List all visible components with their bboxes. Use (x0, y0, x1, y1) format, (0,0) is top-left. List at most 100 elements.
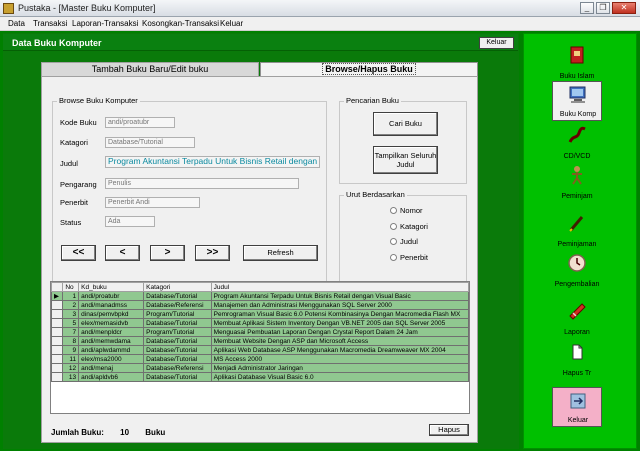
table-row[interactable]: 7 andi/menpldcr Program/Tutorial Menguasai … (51, 327, 469, 337)
table-row[interactable]: 9 andi/aplwdammd Database/Tutorial Aplikasi… (51, 345, 469, 355)
penerbit-field[interactable]: Penerbit Andi (105, 197, 200, 208)
exit-icon (570, 393, 586, 409)
table-row[interactable]: 2 andi/manadmss Database/Referensi Manajeme… (51, 300, 469, 310)
tab-browse-hapus[interactable]: Browse/Hapus Buku (260, 62, 478, 76)
kode-buku-label: Kode Buku (60, 118, 97, 127)
book-table[interactable]: No Kd_buku Katagori Judul ▶ 1 andi/proatub… (50, 281, 470, 414)
row-indicator (51, 354, 64, 364)
report-icon (569, 303, 586, 320)
sidebar-label: Buku Islam (559, 73, 595, 80)
table-row[interactable]: 11 elex/msa2000 Database/Tutorial MS Access… (51, 354, 469, 364)
judul-field[interactable]: Program Akuntansi Terpadu Untuk Bisnis R… (105, 156, 320, 168)
menu-data[interactable]: Data (8, 19, 25, 28)
sidebar-item-cd-vcd[interactable]: CD/VCD (552, 122, 602, 162)
radio-katagori[interactable]: Katagori (390, 222, 428, 231)
table-row[interactable]: 12 andi/menaj Database/Referensi Menjadi Ad… (51, 363, 469, 373)
penerbit-label: Penerbit (60, 198, 88, 207)
sidebar-item-keluar[interactable]: Keluar (552, 387, 602, 427)
status-field[interactable]: Ada (105, 216, 155, 227)
header-kd-buku[interactable]: Kd_buku (78, 282, 145, 292)
jumlah-unit: Buku (145, 428, 166, 437)
radio-judul[interactable]: Judul (390, 237, 418, 246)
cell-no: 2 (62, 300, 80, 310)
sidebar-item-laporan[interactable]: Laporan (552, 298, 602, 338)
menu-bar: Data Transaksi Laporan-Transaksi Kosongk… (0, 17, 640, 31)
radio-katagori-label: Katagori (400, 222, 428, 231)
sidebar-item-peminjaman[interactable]: Peminjaman (552, 210, 602, 250)
cell-no: 3 (62, 309, 80, 319)
app-icon (3, 3, 14, 14)
cari-buku-button[interactable]: Cari Buku (373, 112, 438, 136)
prev-record-button[interactable]: < (105, 245, 140, 261)
radio-penerbit[interactable]: Penerbit (390, 253, 428, 262)
table-row[interactable]: 13 andi/apldvb6 Database/Tutorial Aplikasi … (51, 372, 469, 382)
cell-no: 8 (62, 336, 80, 346)
katagori-field[interactable]: Database/Tutorial (105, 137, 195, 148)
sidebar-label: Pengembalian (554, 281, 600, 288)
header-no[interactable]: No (62, 282, 80, 292)
keluar-top-button[interactable]: Keluar (479, 37, 514, 49)
cell-kd-buku: elex/memasidvb (78, 318, 145, 328)
table-row[interactable]: 8 andi/memwdama Database/Tutorial Membuat W… (51, 336, 469, 346)
cell-judul: Pemrograman Visual Basic 6.0 Potensi Kom… (210, 309, 469, 319)
pengarang-label: Pengarang (60, 180, 97, 189)
table-header-row: No Kd_buku Katagori Judul (51, 282, 469, 292)
menu-kosongkan-transaksi[interactable]: Kosongkan-Transaksi (142, 19, 219, 28)
cell-katagori: Database/Tutorial (143, 318, 212, 328)
radio-nomor[interactable]: Nomor (390, 206, 423, 215)
cell-kd-buku: elex/msa2000 (78, 354, 145, 364)
judul-label: Judul (60, 159, 78, 168)
cell-judul: MS Access 2000 (210, 354, 469, 364)
cell-kd-buku: andi/menaj (78, 363, 145, 373)
sidebar-item-hapus-tr[interactable]: Hapus Tr (552, 339, 602, 379)
tab-tambah-buku[interactable]: Tambah Buku Baru/Edit buku (41, 62, 259, 76)
sidebar-label: CD/VCD (563, 153, 591, 160)
cell-no: 1 (62, 291, 80, 301)
urut-group-title: Urut Berdasarkan (344, 190, 407, 199)
radio-penerbit-label: Penerbit (400, 253, 428, 262)
radio-nomor-label: Nomor (400, 206, 423, 215)
minimize-button[interactable]: _ (580, 2, 594, 14)
table-row[interactable]: 5 elex/memasidvb Database/Tutorial Membuat … (51, 318, 469, 328)
close-button[interactable]: ✕ (612, 2, 636, 14)
radio-judul-circle (390, 238, 397, 245)
header-judul[interactable]: Judul (210, 282, 469, 292)
cell-katagori: Database/Referensi (143, 300, 212, 310)
cell-katagori: Database/Tutorial (143, 372, 212, 382)
cell-judul: Membuat Website Dengan ASP dan Microsoft… (210, 336, 469, 346)
first-record-button[interactable]: << (61, 245, 96, 261)
next-record-button[interactable]: > (150, 245, 185, 261)
restore-button[interactable]: ❐ (596, 2, 610, 14)
menu-transaksi[interactable]: Transaksi (33, 19, 67, 28)
tampilkan-seluruh-judul-button[interactable]: Tampilkan Seluruh Judul (373, 146, 438, 174)
cell-no: 5 (62, 318, 80, 328)
document-icon (572, 344, 583, 360)
table-row[interactable]: ▶ 1 andi/proatubr Database/Tutorial Program … (51, 291, 469, 301)
cell-no: 13 (62, 372, 80, 382)
cell-judul: Manajemen dan Administrasi Menggunakan S… (210, 300, 469, 310)
sidebar-item-buku-komp[interactable]: Buku Komp (552, 81, 602, 121)
sidebar-item-buku-islam[interactable]: Buku Islam (552, 42, 602, 82)
cell-katagori: Database/Tutorial (143, 336, 212, 346)
computer-icon (569, 86, 586, 103)
hapus-button[interactable]: Hapus (429, 424, 469, 436)
kode-buku-field[interactable]: andi/proatubr (105, 117, 175, 128)
cell-kd-buku: andi/proatubr (78, 291, 145, 301)
last-record-button[interactable]: >> (195, 245, 230, 261)
sidebar-label: Buku Komp (559, 111, 597, 118)
menu-keluar[interactable]: Keluar (220, 19, 243, 28)
pengarang-field[interactable]: Penulis (105, 178, 299, 189)
header-katagori[interactable]: Katagori (143, 282, 212, 292)
cell-kd-buku: andi/apldvb6 (78, 372, 145, 382)
cell-kd-buku: andi/manadmss (78, 300, 145, 310)
menu-laporan-transaksi[interactable]: Laporan-Transaksi (72, 19, 138, 28)
sidebar-label: Keluar (567, 417, 589, 424)
sidebar-item-peminjam[interactable]: Peminjam (552, 162, 602, 202)
row-indicator (51, 345, 64, 355)
refresh-button[interactable]: Refresh (243, 245, 318, 261)
radio-katagori-circle (390, 223, 397, 230)
cell-katagori: Database/Referensi (143, 363, 212, 373)
pencarian-group-title: Pencarian Buku (344, 96, 401, 105)
sidebar-item-pengembalian[interactable]: Pengembalian (552, 250, 602, 290)
table-row[interactable]: 3 dinas/pemvbpkd Program/Tutorial Pemrogram… (51, 309, 469, 319)
